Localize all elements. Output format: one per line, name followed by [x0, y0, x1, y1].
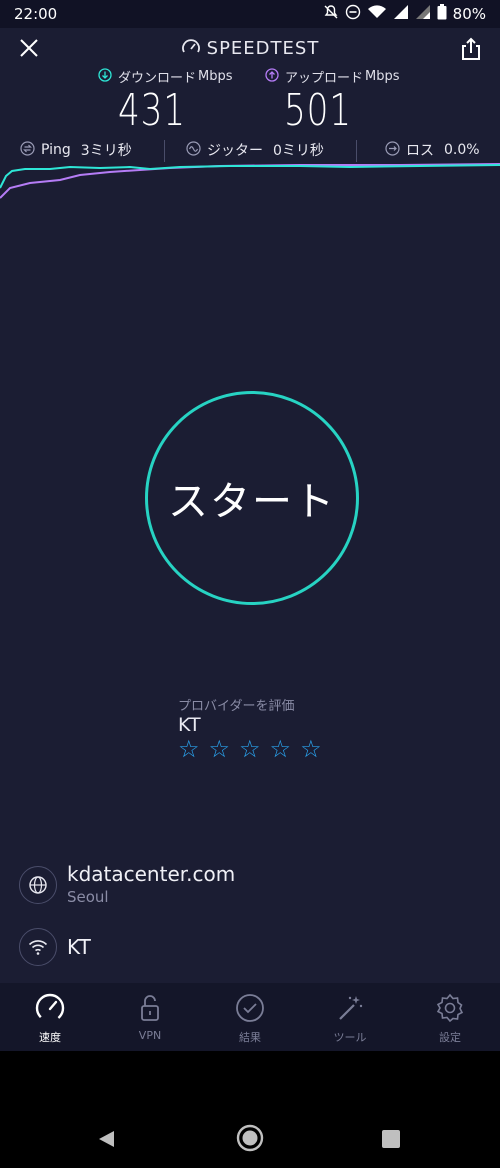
- recents-button[interactable]: [382, 1130, 400, 1152]
- ping-label: Ping: [41, 142, 71, 158]
- nav-label: 設定: [439, 1031, 461, 1044]
- share-button[interactable]: [456, 34, 486, 64]
- nav-settings[interactable]: 設定: [400, 983, 500, 1051]
- nav-speed[interactable]: 速度: [0, 983, 100, 1051]
- title-text: SPEEDTEST: [206, 38, 320, 59]
- speed-graph: [0, 163, 500, 199]
- download-value: 431: [118, 85, 186, 136]
- jitter-value: 0ミリ秒: [273, 143, 324, 159]
- loss-label: ロス: [406, 143, 434, 159]
- rate-provider-prompt: プロバイダーを評価: [178, 699, 295, 714]
- back-button[interactable]: [96, 1128, 118, 1154]
- download-unit: Mbps: [198, 69, 233, 84]
- battery-icon: [437, 4, 447, 24]
- share-icon: [462, 37, 480, 60]
- recents-icon: [382, 1130, 400, 1148]
- upload-graph-line: [0, 163, 500, 199]
- star-icon[interactable]: ☆: [239, 735, 261, 763]
- jitter-item: ジッター 0ミリ秒: [186, 140, 324, 160]
- loss-item: ロス 0.0%: [385, 140, 480, 160]
- bottom-nav: 速度 VPN 結果 ツール 設定: [0, 983, 500, 1051]
- connection-isp: KT: [67, 935, 91, 959]
- rating-stars: ☆ ☆ ☆ ☆ ☆: [178, 735, 322, 763]
- status-icons: 80%: [323, 4, 486, 24]
- nav-label: VPN: [138, 1029, 162, 1042]
- start-button[interactable]: スタート: [145, 391, 359, 605]
- app-title: SPEEDTEST: [0, 37, 500, 61]
- back-icon: [99, 1131, 114, 1147]
- loss-icon: [385, 140, 400, 160]
- download-icon: [98, 67, 112, 86]
- nav-results[interactable]: 結果: [200, 983, 300, 1051]
- gear-icon: [436, 993, 464, 1023]
- server-host[interactable]: kdatacenter.com: [67, 862, 235, 886]
- home-icon: [236, 1124, 264, 1152]
- speedometer-icon: [35, 993, 65, 1023]
- speedometer-icon: [181, 37, 201, 61]
- nav-label: 速度: [39, 1031, 61, 1044]
- upload-value: 501: [284, 85, 352, 136]
- check-circle-icon: [236, 994, 264, 1022]
- download-label-text: ダウンロード: [118, 71, 197, 86]
- signal-icon: [393, 4, 409, 24]
- star-icon[interactable]: ☆: [178, 735, 200, 763]
- jitter-icon: [186, 140, 201, 160]
- status-time: 22:00: [14, 5, 58, 23]
- magic-wand-icon: [339, 996, 363, 1020]
- download-label: ダウンロード Mbps: [98, 67, 233, 86]
- rate-provider-name: KT: [178, 714, 201, 736]
- nav-label: ツール: [333, 1031, 367, 1044]
- upload-unit: Mbps: [365, 69, 400, 84]
- ping-value: 3ミリ秒: [80, 143, 132, 159]
- ping-icon: [20, 140, 35, 160]
- upload-label: アップロード Mbps: [265, 67, 400, 86]
- star-icon[interactable]: ☆: [270, 735, 292, 763]
- home-button[interactable]: [236, 1124, 264, 1156]
- start-label: スタート: [168, 479, 336, 525]
- star-icon[interactable]: ☆: [209, 735, 231, 763]
- upload-label-text: アップロード: [285, 71, 364, 86]
- mute-icon: [323, 4, 339, 24]
- nav-vpn[interactable]: VPN: [100, 983, 200, 1051]
- ping-item: Ping 3ミリ秒: [20, 140, 132, 160]
- jitter-label: ジッター: [207, 143, 263, 159]
- server-selector[interactable]: [19, 866, 57, 904]
- star-icon[interactable]: ☆: [300, 735, 322, 763]
- nav-tools[interactable]: ツール: [300, 983, 400, 1051]
- server-city: Seoul: [67, 888, 109, 906]
- signal-icon: [415, 4, 431, 24]
- nav-label: 結果: [239, 1031, 261, 1044]
- dnd-icon: [345, 4, 361, 24]
- wifi-icon: [28, 940, 48, 955]
- loss-value: 0.0%: [444, 142, 480, 158]
- lock-icon: [141, 995, 159, 1021]
- upload-icon: [265, 67, 279, 86]
- wifi-icon: [367, 4, 387, 24]
- connection-icon: [19, 928, 57, 966]
- globe-icon: [29, 876, 47, 894]
- battery-percent: 80%: [452, 5, 486, 23]
